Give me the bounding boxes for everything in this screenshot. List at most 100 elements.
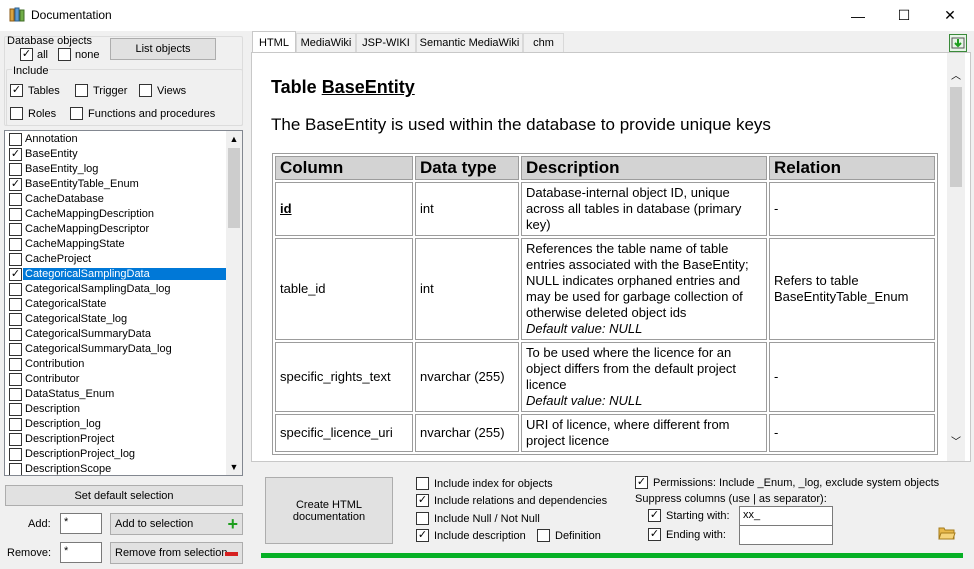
list-item[interactable]: BaseEntityTable_Enum <box>7 177 227 192</box>
doc-title: Table BaseEntity <box>271 77 415 98</box>
list-item-checkbox[interactable] <box>9 418 22 431</box>
roles-checkbox[interactable] <box>10 107 23 120</box>
list-item[interactable]: Contribution <box>7 357 227 372</box>
set-default-selection-button[interactable]: Set default selection <box>5 485 243 506</box>
tab-chm[interactable]: chm <box>523 33 564 52</box>
scroll-down-icon[interactable]: ▼ <box>226 459 242 475</box>
trigger-checkbox[interactable] <box>75 84 88 97</box>
list-item-checkbox[interactable] <box>9 178 22 191</box>
list-item[interactable]: CacheProject <box>7 252 227 267</box>
permissions-checkbox[interactable] <box>635 476 648 489</box>
list-item-checkbox[interactable] <box>9 148 22 161</box>
list-item[interactable]: Description <box>7 402 227 417</box>
list-item[interactable]: CategoricalSamplingData_log <box>7 282 227 297</box>
default-value: Default value: NULL <box>526 321 643 336</box>
list-item-checkbox[interactable] <box>9 268 22 281</box>
functions-label: Functions and procedures <box>88 108 216 120</box>
list-item[interactable]: CategoricalState_log <box>7 312 227 327</box>
list-item-label: Contributor <box>25 373 80 385</box>
list-item[interactable]: CategoricalState <box>7 297 227 312</box>
views-label: Views <box>157 85 187 97</box>
list-item-checkbox[interactable] <box>9 343 22 356</box>
list-item[interactable]: Contributor <box>7 372 227 387</box>
remove-pattern-input[interactable]: * <box>60 542 102 563</box>
open-folder-icon[interactable] <box>938 525 956 540</box>
preview-scroll-thumb[interactable] <box>950 87 962 187</box>
preview-scroll-down-icon[interactable]: ﹀ <box>947 433 965 449</box>
list-item-checkbox[interactable] <box>9 298 22 311</box>
list-item-checkbox[interactable] <box>9 253 22 266</box>
list-item-checkbox[interactable] <box>9 448 22 461</box>
column-relation: - <box>769 182 935 236</box>
list-item[interactable]: Description_log <box>7 417 227 432</box>
list-item-checkbox[interactable] <box>9 433 22 446</box>
preview-scroll-up-icon[interactable]: ︿ <box>947 67 965 83</box>
maximize-button[interactable]: ☐ <box>881 0 927 31</box>
list-item-checkbox[interactable] <box>9 373 22 386</box>
list-item[interactable]: DescriptionProject_log <box>7 447 227 462</box>
tab-mediawiki[interactable]: MediaWiki <box>296 33 356 52</box>
list-item-checkbox[interactable] <box>9 238 22 251</box>
list-item[interactable]: DescriptionScope <box>7 462 227 475</box>
include-description-label: Include description <box>434 530 526 542</box>
functions-checkbox[interactable] <box>70 107 83 120</box>
tab-jsp-wiki[interactable]: JSP-WIKI <box>356 33 416 52</box>
list-item[interactable]: CacheMappingDescription <box>7 207 227 222</box>
list-item[interactable]: CacheMappingState <box>7 237 227 252</box>
list-item[interactable]: CacheDatabase <box>7 192 227 207</box>
scroll-up-icon[interactable]: ▲ <box>226 131 242 147</box>
table-row: specific_licence_uri nvarchar (255) URI of… <box>275 414 935 452</box>
starting-with-input[interactable]: xx_ <box>739 506 833 526</box>
include-description-checkbox[interactable] <box>416 529 429 542</box>
table-row: specific_rights_text nvarchar (255) To be … <box>275 342 935 412</box>
tab-semantic-mediawiki[interactable]: Semantic MediaWiki <box>416 33 523 52</box>
add-to-selection-button[interactable]: Add to selection + <box>110 513 243 535</box>
include-relations-checkbox[interactable] <box>416 494 429 507</box>
tables-checkbox[interactable] <box>10 84 23 97</box>
list-item[interactable]: BaseEntity <box>7 147 227 162</box>
list-item[interactable]: CategoricalSummaryData <box>7 327 227 342</box>
list-item-checkbox[interactable] <box>9 358 22 371</box>
all-checkbox[interactable] <box>20 48 33 61</box>
list-item-checkbox[interactable] <box>9 403 22 416</box>
list-objects-button[interactable]: List objects <box>110 38 216 60</box>
doc-table-name-link[interactable]: BaseEntity <box>322 77 415 97</box>
list-item[interactable]: Annotation <box>7 132 227 147</box>
list-item[interactable]: CacheMappingDescriptor <box>7 222 227 237</box>
list-scrollbar[interactable]: ▲ ▼ <box>226 131 242 475</box>
object-list[interactable]: Annotation BaseEntity BaseEntity_log BaseEn… <box>4 130 243 476</box>
list-item-checkbox[interactable] <box>9 463 22 475</box>
definition-checkbox[interactable] <box>537 529 550 542</box>
starting-with-checkbox[interactable] <box>648 509 661 522</box>
add-pattern-input[interactable]: * <box>60 513 102 534</box>
list-item-checkbox[interactable] <box>9 163 22 176</box>
include-null-checkbox[interactable] <box>416 512 429 525</box>
list-item[interactable]: DescriptionProject <box>7 432 227 447</box>
list-item-checkbox[interactable] <box>9 388 22 401</box>
create-html-documentation-button[interactable]: Create HTML documentation <box>265 477 393 544</box>
list-item-checkbox[interactable] <box>9 313 22 326</box>
list-item-checkbox[interactable] <box>9 328 22 341</box>
close-button[interactable]: ✕ <box>927 0 973 31</box>
list-item-checkbox[interactable] <box>9 133 22 146</box>
list-item[interactable]: CategoricalSamplingData <box>7 267 227 282</box>
list-item-checkbox[interactable] <box>9 283 22 296</box>
list-item[interactable]: BaseEntity_log <box>7 162 227 177</box>
list-item[interactable]: DataStatus_Enum <box>7 387 227 402</box>
include-index-checkbox[interactable] <box>416 477 429 490</box>
remove-from-selection-button[interactable]: Remove from selection <box>110 542 243 564</box>
preview-scrollbar[interactable]: ︿ ﹀ <box>947 53 965 461</box>
ending-with-checkbox[interactable] <box>648 528 661 541</box>
column-name: specific_licence_uri <box>280 425 393 440</box>
none-checkbox[interactable] <box>58 48 71 61</box>
list-item-checkbox[interactable] <box>9 223 22 236</box>
ending-with-input[interactable] <box>739 525 833 545</box>
list-item[interactable]: CategoricalSummaryData_log <box>7 342 227 357</box>
list-scroll-thumb[interactable] <box>228 148 240 228</box>
export-icon[interactable] <box>949 34 967 52</box>
minimize-button[interactable]: — <box>835 0 881 31</box>
views-checkbox[interactable] <box>139 84 152 97</box>
list-item-checkbox[interactable] <box>9 208 22 221</box>
tab-html[interactable]: HTML <box>252 31 296 53</box>
list-item-checkbox[interactable] <box>9 193 22 206</box>
